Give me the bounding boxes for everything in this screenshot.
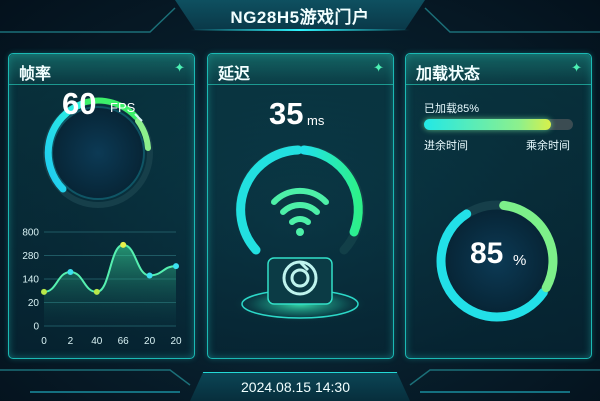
chart-x-tick-label: 2 — [68, 336, 74, 347]
chart-x-tick-label: 20 — [144, 336, 156, 347]
chart-y-tick-label: 140 — [22, 275, 39, 286]
chart-y-tick-label: 800 — [22, 228, 39, 239]
sparkle-icon: ✦ — [571, 60, 582, 75]
wifi-icon — [271, 187, 329, 236]
loading-panel-header: 加载状态 ✦ — [406, 54, 591, 85]
chart-y-tick-label: 0 — [33, 322, 39, 333]
chart-x-tick-label: 20 — [170, 336, 182, 347]
header-title-bar: NG28H5游戏门户 — [175, 0, 425, 30]
chart-data-point — [146, 272, 153, 279]
loading-progress-fill — [424, 119, 551, 130]
chart-y-tick-label: 20 — [28, 298, 40, 309]
latency-ring-cyan — [236, 145, 303, 255]
loading-left-label: 进余时间 — [424, 140, 468, 152]
footer-datetime: 2024.08.15 14:30 — [241, 379, 350, 395]
latency-visual — [234, 144, 366, 322]
chart-data-point — [41, 288, 47, 295]
chart-x-tick-label: 66 — [118, 336, 130, 347]
loading-panel-title: 加载状态 — [416, 66, 481, 83]
latency-value: 35 — [269, 96, 304, 131]
page-title: NG28H5游戏门户 — [230, 7, 370, 27]
latency-panel-header: 延迟 ✦ — [208, 54, 393, 85]
latency-pad-base — [267, 257, 333, 305]
sparkle-icon: ✦ — [373, 60, 384, 75]
loading-ring-unit: % — [513, 252, 527, 269]
chart-data-point — [93, 288, 100, 295]
latency-unit: ms — [307, 113, 325, 128]
chart-x-tick-label: 40 — [91, 336, 103, 347]
fps-value: 60 — [62, 86, 97, 121]
title-glow-line — [190, 29, 410, 31]
chart-x-tick-label: 0 — [41, 336, 47, 347]
loading-right-label: 乘余时间 — [526, 140, 570, 152]
chart-y-tick-label: 280 — [22, 251, 39, 262]
fps-unit: FPS — [110, 100, 136, 115]
fps-chart: 800 280 140 20 0 0 2 40 66 20 20 — [22, 228, 182, 348]
loading-progress-bar — [424, 119, 573, 130]
loading-ring-value: 85 — [470, 237, 504, 270]
chart-data-point — [120, 241, 127, 248]
latency-panel-title: 延迟 — [218, 66, 251, 83]
sparkle-icon: ✦ — [174, 60, 185, 75]
loading-status-text: 已加载85% — [424, 103, 480, 115]
fps-gauge — [43, 97, 153, 208]
chart-data-point — [67, 268, 74, 275]
chart-area-fill — [44, 244, 176, 326]
fps-panel-title: 帧率 — [19, 66, 52, 83]
fps-panel-header: 帧率 ✦ — [9, 54, 194, 85]
chart-data-point — [173, 263, 179, 270]
